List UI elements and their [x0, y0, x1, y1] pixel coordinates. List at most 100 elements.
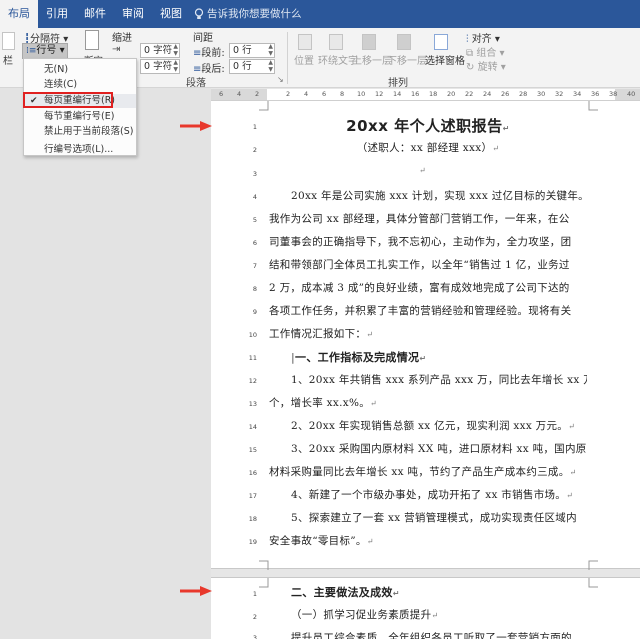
ruler-number: 2: [255, 90, 260, 98]
send-backward-button[interactable]: 下移一层: [387, 52, 427, 67]
paragraph-mark: ↵: [392, 589, 400, 598]
selection-pane-button[interactable]: 选择窗格: [425, 52, 465, 67]
space-before-text: 段前:: [201, 48, 225, 59]
paragraph-mark: ↵: [366, 330, 374, 339]
ruler-number: 40: [627, 90, 636, 98]
rotate-label: 旋转: [477, 62, 498, 73]
line-number: 13: [248, 400, 257, 408]
paragraph-mark: ↵: [568, 422, 576, 431]
body-line: 2 万，成本减 3 成”的良好业绩，富有成效地完成了公司下达的: [269, 282, 570, 294]
body-line: 1、20xx 年共销售 xxx 系列产品 xxx 万，同比去年增长 xx 万: [291, 374, 587, 386]
body-line: 3、20xx 采购国内原材料 XX 吨，进口原材料 xx 吨，国内原: [291, 443, 587, 455]
line-number: 10: [248, 331, 257, 339]
body-line: 提升员工综合素质，全年组织各员工听取了一套营销方面的: [291, 632, 572, 639]
indent-label: 缩进: [112, 33, 132, 44]
tell-me-text: 告诉我你想要做什么: [207, 8, 302, 20]
margin-corner-mark: [259, 101, 269, 111]
horizontal-ruler[interactable]: 6 4 2 2 4 6 8 10 12 14 16 18 20 22 24 26…: [211, 89, 640, 101]
body-line-text: 20xx 年是公司实施 xxx 计划，实现 xxx 过亿目标的关键年。: [291, 190, 587, 202]
line-number: 2: [252, 146, 257, 154]
columns-button[interactable]: 栏: [3, 52, 13, 67]
paragraph-mark: ↵: [492, 144, 500, 153]
group-divider: [287, 32, 288, 84]
space-before-input[interactable]: 0 行 ▲ ▼: [229, 43, 275, 58]
line-numbers-label: 行号: [36, 45, 57, 56]
line-number: 19: [248, 538, 257, 546]
body-line: 材料采购量同比去年增长 xx 吨，节约了产品生产成本约三成。↵: [269, 464, 587, 479]
subsection-heading-text: （一）抓学习促业务素质提升: [291, 609, 432, 621]
menu-item-restart-each-section[interactable]: 每节重编行号(E): [24, 110, 136, 124]
hyphenation-icon: [85, 30, 99, 50]
body-line-text: 安全事故“零目标”。: [269, 535, 367, 547]
body-line: 4、新建了一个市级办事处，成功开拓了 xx 市销售市场。↵: [269, 487, 587, 502]
tab-view[interactable]: 视图: [152, 0, 190, 28]
space-after-input[interactable]: 0 行 ▲ ▼: [229, 59, 275, 74]
body-line-text: 工作情况汇报如下：: [269, 328, 367, 340]
space-before-label: ≡段前:: [193, 44, 225, 59]
menu-item-label: 连续(C): [44, 79, 78, 90]
line-number: 5: [252, 216, 257, 224]
rotate-button[interactable]: ↻ 旋转 ▾: [466, 58, 506, 73]
body-line: 2、20xx 年实现销售总额 xx 亿元，现实利润 xxx 万元。↵: [269, 418, 587, 433]
ruler-number: 8: [340, 90, 345, 98]
menu-item-label: 禁止用于当前段落(S): [44, 126, 134, 137]
ruler-number: 22: [465, 90, 474, 98]
paragraph-mark: ↵: [431, 611, 439, 620]
position-button[interactable]: 位置: [294, 52, 314, 67]
line-numbers-button[interactable]: ⁞≡行号 ▾: [22, 43, 68, 59]
body-line: 司董事会的正确指导下，我不忘初心，主动作为，全力攻坚，团: [269, 236, 572, 248]
body-line-text: 2、20xx 年实现销售总额 xx 亿元，现实利润 xxx 万元。: [291, 420, 569, 432]
spinner-arrows-icon: ▲ ▼: [268, 59, 273, 73]
tell-me-box[interactable]: 告诉我你想要做什么: [194, 0, 302, 28]
body-line: 20xx 年是公司实施 xxx 计划，实现 xxx 过亿目标的关键年。↵: [269, 188, 587, 203]
group-button[interactable]: ⧉ 组合 ▾: [466, 44, 505, 59]
spinner-arrows-icon: ▲ ▼: [173, 59, 178, 73]
menu-item-none[interactable]: 无(N): [24, 63, 136, 77]
columns-icon: [2, 32, 15, 50]
bring-forward-button[interactable]: 上移一层: [352, 52, 392, 67]
ruler-number: 26: [501, 90, 510, 98]
ruler-number: 12: [375, 90, 384, 98]
spacing-label: 间距: [193, 33, 213, 44]
ruler-number: 20: [447, 90, 456, 98]
tab-mailings[interactable]: 邮件: [76, 0, 114, 28]
paragraph-mark: ↵: [370, 399, 378, 408]
position-icon: [298, 34, 312, 50]
indent-right-input[interactable]: 0 字符 ▲ ▼: [140, 59, 180, 74]
margin-corner-mark: [588, 578, 598, 588]
menu-item-suppress-paragraph[interactable]: 禁止用于当前段落(S): [24, 125, 136, 139]
tab-layout[interactable]: 布局: [0, 0, 38, 28]
spinner-arrows-icon: ▲ ▼: [268, 43, 273, 57]
tab-references[interactable]: 引用: [38, 0, 76, 28]
ruler-number: 28: [519, 90, 528, 98]
indent-left-input[interactable]: 0 字符 ▲ ▼: [140, 43, 180, 58]
ruler-number: 30: [537, 90, 546, 98]
line-number: 15: [248, 446, 257, 454]
tab-review[interactable]: 审阅: [114, 0, 152, 28]
line-number: 12: [248, 377, 257, 385]
line-number: 3: [252, 170, 257, 178]
line-number: 1: [252, 123, 257, 131]
send-backward-icon: [397, 34, 411, 50]
body-line: 结和带领部门全体员工扎实工作，以全年“销售过 1 亿，业务过: [269, 259, 570, 271]
paragraph-launcher-icon[interactable]: ↘: [277, 75, 284, 84]
ruler-number: 4: [304, 90, 309, 98]
section-heading-text: 二、主要做法及成效: [291, 586, 393, 599]
space-before-value: 0 行: [233, 45, 252, 56]
menu-item-label: 每节重编行号(E): [44, 111, 115, 122]
paragraph-group-label: 段落: [186, 78, 206, 89]
menu-item-continuous[interactable]: 连续(C): [24, 78, 136, 92]
margin-corner-mark: [259, 560, 269, 570]
ruler-number: 16: [411, 90, 420, 98]
body-line: 工作情况汇报如下：↵: [269, 326, 587, 341]
space-after-label: ≡段后:: [193, 60, 225, 75]
space-after-value: 0 行: [233, 61, 252, 72]
ruler-number: 4: [237, 90, 242, 98]
line-number: 6: [252, 239, 257, 247]
line-number: 1: [252, 590, 257, 598]
align-button[interactable]: ⫶ 对齐 ▾: [466, 30, 500, 45]
menu-item-line-numbering-options[interactable]: 行编号选项(L)...: [24, 143, 136, 157]
menu-item-label: 无(N): [44, 64, 69, 75]
selection-pane-icon: [434, 34, 448, 50]
paragraph-mark: ↵: [566, 491, 574, 500]
